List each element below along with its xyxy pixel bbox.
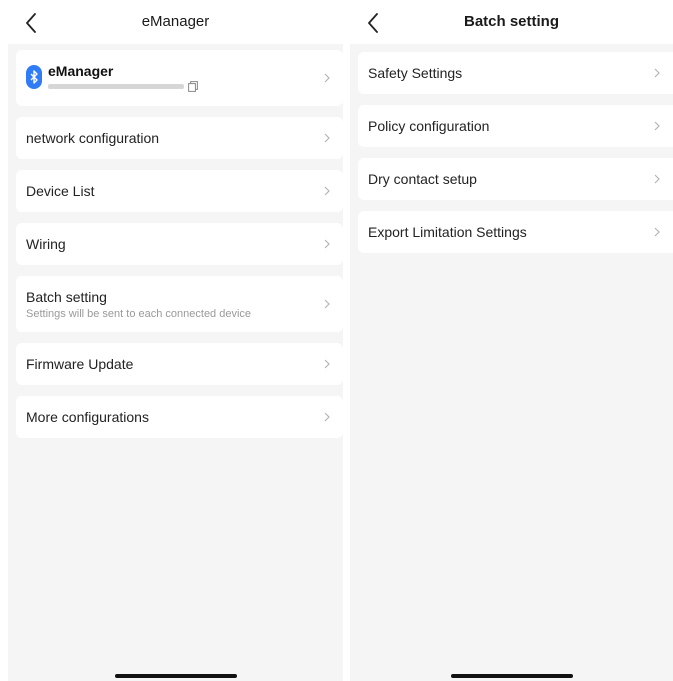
chevron-right-icon bbox=[323, 298, 331, 310]
chevron-right-icon bbox=[323, 72, 331, 84]
menu-item-label: Firmware Update bbox=[16, 356, 133, 372]
chevron-right-icon bbox=[653, 67, 661, 79]
menu-item-label: Batch setting bbox=[16, 289, 107, 305]
batch-setting-screen: Batch setting Safety Settings Policy con… bbox=[350, 0, 673, 681]
menu-item-label: Safety Settings bbox=[358, 65, 462, 81]
home-indicator[interactable] bbox=[451, 674, 573, 678]
menu-item-network-configuration[interactable]: network configuration bbox=[16, 117, 343, 159]
menu-item-label: Dry contact setup bbox=[358, 171, 477, 187]
nav-bar: Batch setting bbox=[350, 0, 673, 44]
menu-item-label: Policy configuration bbox=[358, 118, 489, 134]
chevron-right-icon bbox=[323, 238, 331, 250]
chevron-right-icon bbox=[323, 411, 331, 423]
device-name: eManager bbox=[48, 63, 113, 79]
chevron-right-icon bbox=[323, 132, 331, 144]
bluetooth-icon bbox=[26, 65, 42, 89]
menu-item-dry-contact-setup[interactable]: Dry contact setup bbox=[358, 158, 673, 200]
menu-item-label: More configurations bbox=[16, 409, 149, 425]
chevron-right-icon bbox=[323, 358, 331, 370]
nav-bar: eManager bbox=[8, 0, 343, 44]
menu-item-device-list[interactable]: Device List bbox=[16, 170, 343, 212]
copy-icon[interactable] bbox=[188, 81, 198, 92]
menu-item-policy-configuration[interactable]: Policy configuration bbox=[358, 105, 673, 147]
device-card[interactable]: eManager bbox=[16, 50, 343, 106]
menu-item-export-limitation-settings[interactable]: Export Limitation Settings bbox=[358, 211, 673, 253]
menu-item-wiring[interactable]: Wiring bbox=[16, 223, 343, 265]
emanager-screen: eManager eManager network configuration … bbox=[8, 0, 343, 681]
home-indicator[interactable] bbox=[115, 674, 237, 678]
page-title: Batch setting bbox=[350, 13, 673, 30]
menu-item-label: Export Limitation Settings bbox=[358, 224, 527, 240]
chevron-right-icon bbox=[323, 185, 331, 197]
menu-item-label: network configuration bbox=[16, 130, 159, 146]
device-serial-redacted bbox=[48, 84, 184, 89]
chevron-right-icon bbox=[653, 173, 661, 185]
chevron-right-icon bbox=[653, 226, 661, 238]
menu-item-firmware-update[interactable]: Firmware Update bbox=[16, 343, 343, 385]
menu-item-label: Device List bbox=[16, 183, 94, 199]
menu-item-batch-setting[interactable]: Batch setting Settings will be sent to e… bbox=[16, 276, 343, 332]
menu-item-subtitle: Settings will be sent to each connected … bbox=[16, 308, 251, 320]
menu-item-more-configurations[interactable]: More configurations bbox=[16, 396, 343, 438]
page-title: eManager bbox=[8, 13, 343, 30]
chevron-right-icon bbox=[653, 120, 661, 132]
menu-item-label: Wiring bbox=[16, 236, 66, 252]
menu-item-safety-settings[interactable]: Safety Settings bbox=[358, 52, 673, 94]
